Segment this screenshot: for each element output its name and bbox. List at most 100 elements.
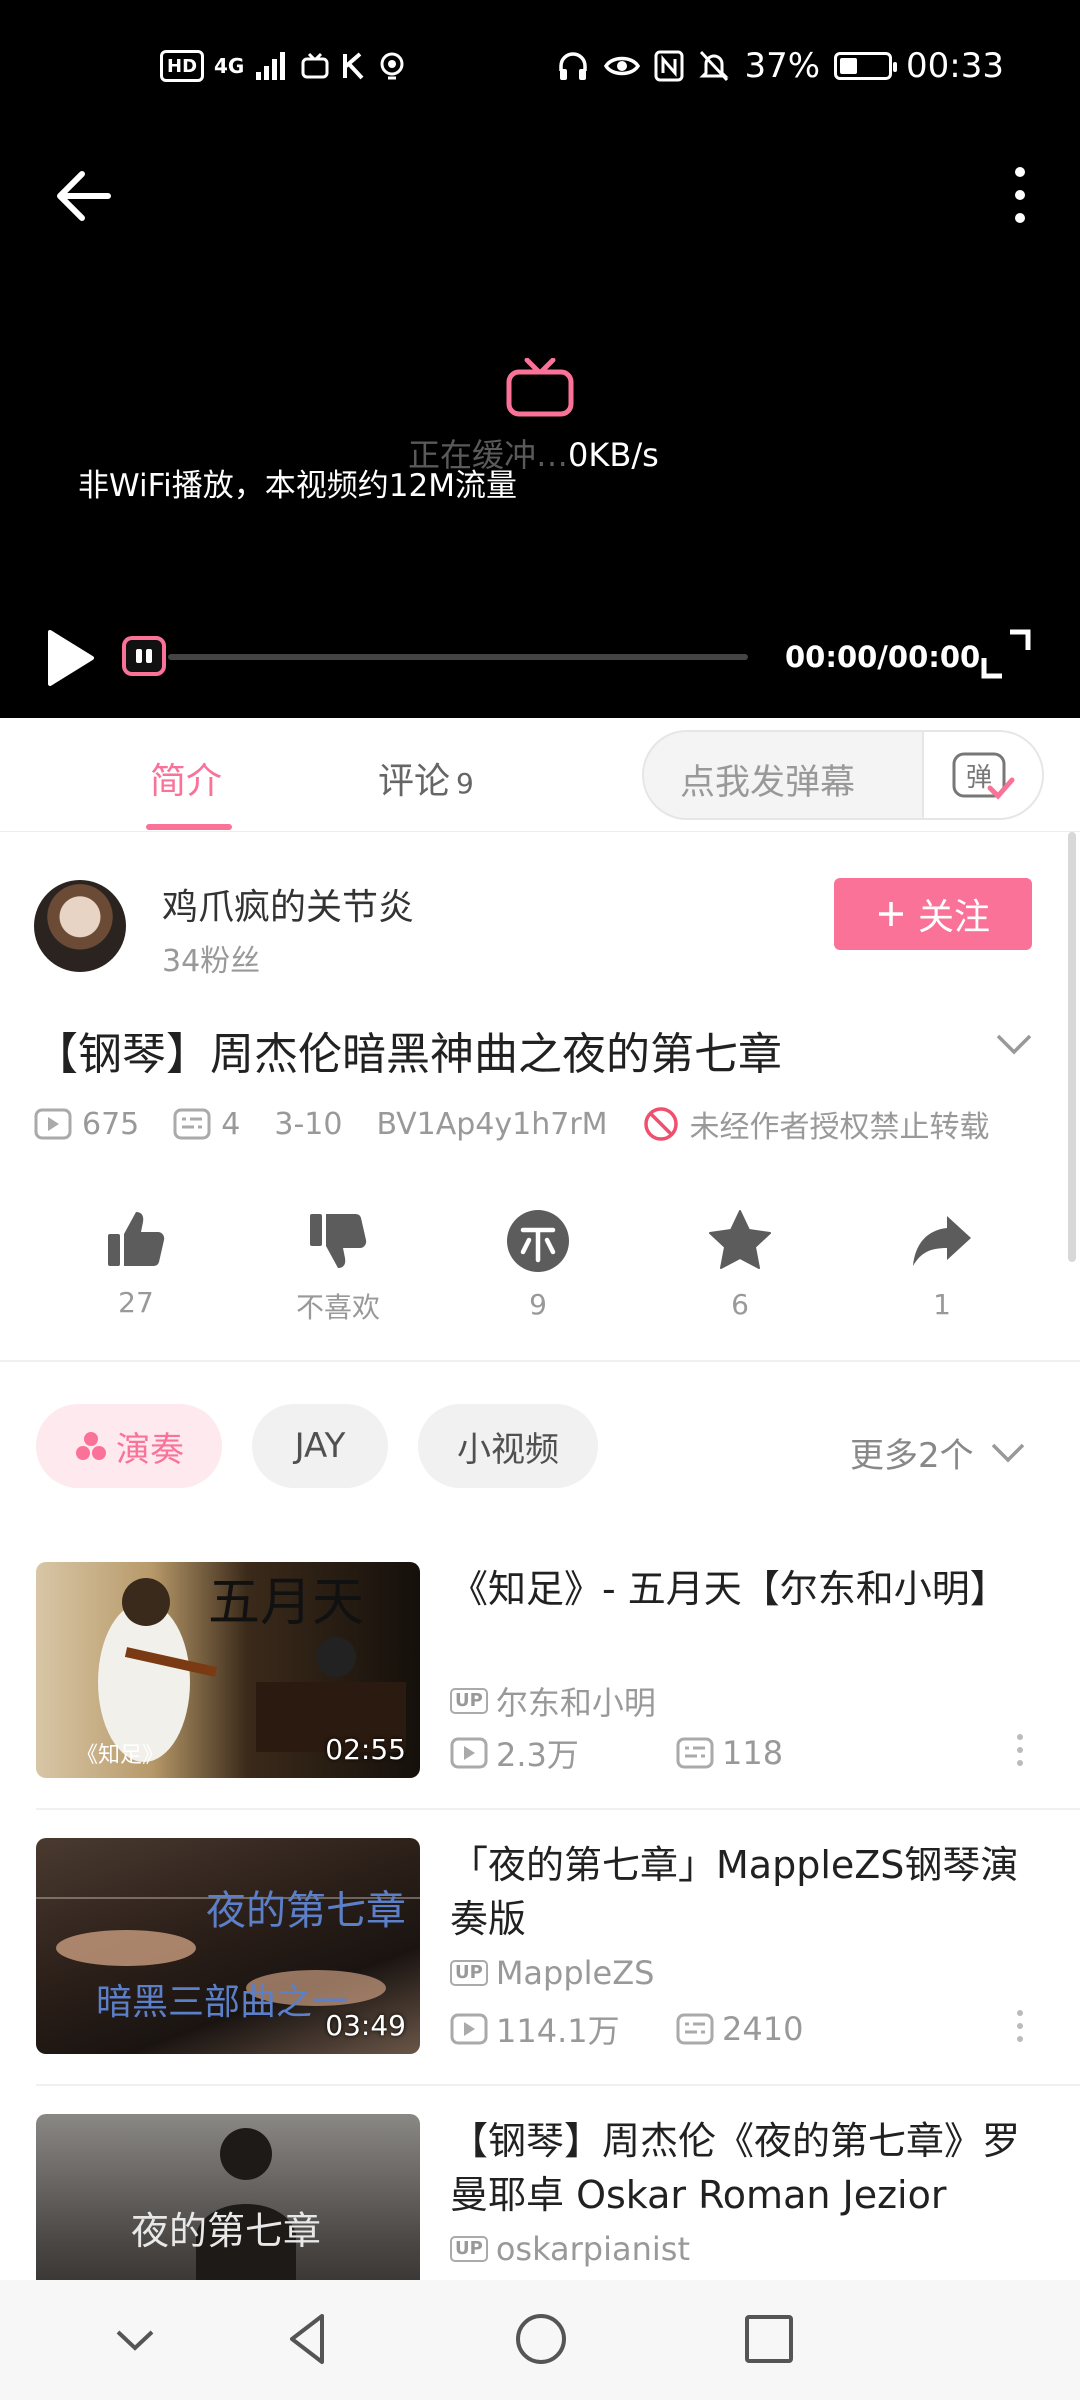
related-views: 2.3万 [450, 1730, 676, 1776]
up-badge-icon: UP [450, 2236, 488, 2262]
progress-bar[interactable] [168, 654, 748, 660]
danmaku-toggle[interactable] [122, 636, 166, 676]
signal-icon [256, 52, 286, 80]
chevron-down-icon[interactable] [994, 1030, 1034, 1060]
tag-perform-label: 演奏 [116, 1429, 184, 1470]
nav-back-icon[interactable] [274, 2304, 344, 2374]
share-button[interactable]: 1 [882, 1208, 1002, 1321]
svg-text:暗黑三部曲之一: 暗黑三部曲之一 [96, 1982, 348, 2023]
uploader-avatar[interactable] [34, 880, 126, 972]
tab-comments[interactable]: 评论 9 [378, 752, 474, 804]
related-danmaku: 2410 [676, 2010, 803, 2048]
related-video-up: UP MappleZS [450, 1954, 654, 1992]
mute-icon [699, 50, 730, 82]
danmaku-icon [676, 2013, 714, 2045]
video-duration: 02:55 [325, 1733, 406, 1766]
play-count-icon [34, 1108, 72, 1140]
follow-button[interactable]: 关注 [834, 878, 1032, 950]
publish-date: 3-10 [274, 1106, 343, 1142]
video-thumbnail[interactable]: 夜的第七章 暗黑三部曲之一 03:49 [36, 1838, 420, 2054]
hd-indicator: HD [160, 50, 205, 82]
more-vertical-icon[interactable] [1012, 2008, 1028, 2044]
uploader-fans: 34粉丝 [162, 944, 261, 979]
more-vertical-icon[interactable] [1012, 1732, 1028, 1768]
copyright-notice: 未经作者授权禁止转载 [642, 1102, 990, 1146]
bv-id: BV1Ap4y1h7rM [376, 1106, 608, 1142]
video-meta: 675 4 3-10 BV1Ap4y1h7rM 未经作者授权禁止转载 [34, 1102, 990, 1146]
related-video-stats: 2.3万 118 [450, 1730, 783, 1776]
related-video-item[interactable]: 五月天 《知足》 02:55 《知足》- 五月天【尔东和小明】 UP 尔东和小明 … [0, 1562, 1080, 1838]
comments-count: 9 [456, 767, 474, 800]
video-player[interactable]: HD 4G 37% 00:33 正在缓冲…0KB/s 非WiFi播放，本视频约1… [0, 0, 1080, 718]
share-count: 1 [933, 1288, 951, 1321]
favorite-button[interactable]: 6 [680, 1208, 800, 1321]
video-thumbnail[interactable]: 五月天 《知足》 02:55 [36, 1562, 420, 1778]
coin-button[interactable]: 9 [478, 1208, 598, 1321]
status-left: HD 4G [160, 50, 408, 82]
related-video-stats: 114.1万 2410 [450, 2006, 803, 2052]
danmaku-bubble-icon: 弹 [952, 752, 1015, 800]
related-video-title[interactable]: 「夜的第七章」MappleZS钢琴演奏版 [450, 1838, 1050, 1946]
like-count: 27 [118, 1286, 154, 1319]
network-type: 4G [214, 54, 245, 78]
danmaku-input[interactable]: 点我发弹幕 弹 [642, 730, 1044, 820]
tag-short-video[interactable]: 小视频 [418, 1404, 598, 1488]
favorite-count: 6 [731, 1288, 749, 1321]
more-tags-label: 更多2个 [850, 1436, 974, 1476]
danmaku-icon [173, 1108, 211, 1140]
bilibili-tv-icon [506, 358, 574, 417]
chevron-down-icon[interactable] [100, 2304, 170, 2374]
active-tab-indicator [146, 824, 232, 830]
section-divider [0, 1360, 1080, 1362]
play-count-icon [450, 2013, 488, 2045]
chevron-down-icon [991, 1443, 1024, 1462]
svg-text:五月天: 五月天 [208, 1573, 364, 1633]
uploader-name[interactable]: 鸡爪疯的关节炎 [162, 878, 414, 930]
danmaku-placeholder: 点我发弹幕 [680, 763, 856, 803]
play-icon[interactable] [44, 628, 96, 688]
nfc-icon [654, 50, 684, 82]
svg-text:《知足》: 《知足》 [76, 1743, 164, 1768]
item-divider [36, 1808, 1080, 1810]
nav-home-icon[interactable] [506, 2304, 576, 2374]
coin-count: 9 [529, 1288, 547, 1321]
danmaku-count: 4 [173, 1107, 240, 1142]
tv-app-icon [301, 52, 329, 79]
no-repost-icon [643, 1107, 678, 1141]
dislike-button[interactable]: 不喜欢 [278, 1208, 398, 1326]
tab-intro[interactable]: 简介 [150, 752, 222, 804]
play-count-icon [450, 1737, 488, 1769]
related-video-title[interactable]: 《知足》- 五月天【尔东和小明】 [450, 1562, 1050, 1616]
status-bar: HD 4G 37% 00:33 [0, 40, 1080, 100]
video-title: 【钢琴】周杰伦暗黑神曲之夜的第七章 [34, 1029, 782, 1080]
star-icon [709, 1210, 771, 1269]
battery-level [840, 58, 858, 74]
tag-perform[interactable]: 演奏 [36, 1404, 222, 1488]
view-count: 675 [34, 1107, 139, 1142]
danmaku-icon [676, 1737, 714, 1769]
related-video-item[interactable]: 夜的第七章 暗黑三部曲之一 03:49 「夜的第七章」MappleZS钢琴演奏版… [0, 1838, 1080, 2114]
tag-jay[interactable]: JAY [252, 1404, 388, 1488]
nav-recents-icon[interactable] [734, 2304, 804, 2374]
svg-text:夜的第七章: 夜的第七章 [131, 2209, 321, 2253]
like-button[interactable]: 27 [76, 1208, 196, 1319]
related-video-title[interactable]: 【钢琴】周杰伦《夜的第七章》罗曼耶卓 Oskar Roman Jezior [450, 2114, 1050, 2222]
dislike-label: 不喜欢 [295, 1291, 380, 1324]
clock: 00:33 [906, 46, 1004, 86]
follow-label: 关注 [917, 897, 990, 938]
scrollbar[interactable] [1068, 832, 1076, 1262]
back-arrow-icon[interactable] [54, 166, 114, 226]
more-vertical-icon[interactable] [1000, 160, 1040, 230]
danmaku-send-button[interactable]: 弹 [922, 732, 1042, 818]
related-video-up: UP 尔东和小明 [450, 1678, 656, 1724]
system-nav-bar [0, 2280, 1080, 2400]
plus-icon [878, 902, 903, 926]
eye-icon [604, 56, 641, 76]
tab-comments-label: 评论 [378, 761, 451, 802]
hotspot-icon [380, 52, 404, 80]
fullscreen-icon[interactable] [980, 628, 1032, 680]
battery-icon [834, 52, 898, 80]
more-tags-button[interactable]: 更多2个 [850, 1428, 1026, 1477]
item-divider [36, 2084, 1080, 2086]
k-app-icon [343, 52, 364, 80]
